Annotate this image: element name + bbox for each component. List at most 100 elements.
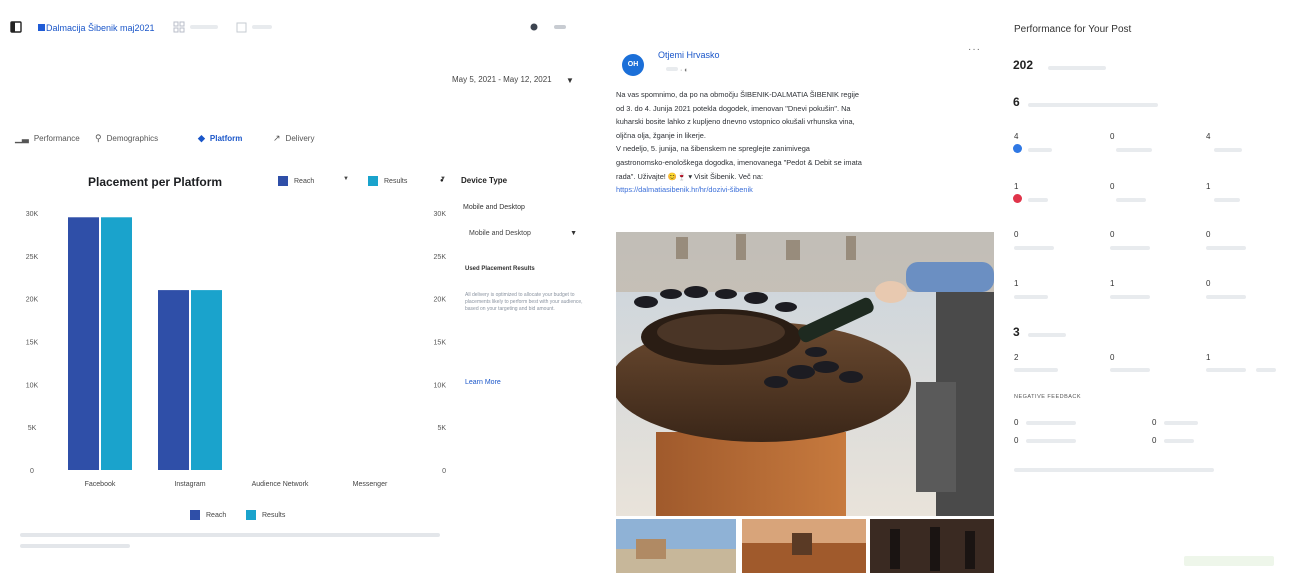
metric-label — [1110, 368, 1150, 372]
minimize-icon[interactable] — [554, 25, 566, 29]
right-y-tick-label: 20K — [434, 297, 447, 304]
chart-footnote — [20, 533, 450, 557]
bar-results — [191, 290, 222, 470]
device-type-panel: ● Device Type Mobile and Desktop Mobile … — [440, 176, 595, 386]
chart-title: Placement per Platform — [88, 175, 223, 189]
post-meta: · ◐ — [666, 67, 688, 74]
tab-performance[interactable]: ▁▃ Performance — [15, 133, 80, 144]
metric-label — [1028, 148, 1052, 152]
post-clicks-total: 3 — [1013, 325, 1020, 339]
post-text-line: od 3. do 4. Junija 2021 potekla dogodek,… — [616, 103, 851, 113]
metric-label — [1028, 333, 1066, 337]
page-name[interactable]: Otjemi Hrvasko — [658, 50, 720, 60]
report-spam-count: 0 — [1014, 436, 1019, 445]
negative-feedback-heading: NEGATIVE FEEDBACK — [1014, 394, 1082, 400]
thumbnail-image[interactable] — [616, 519, 736, 573]
tab-label: Platform — [209, 134, 243, 143]
device-select-value: Mobile and Desktop — [469, 230, 531, 237]
right-y-tick-label: 30K — [434, 211, 447, 218]
edit-icon[interactable] — [236, 21, 248, 33]
bar-reach — [68, 217, 99, 470]
y-tick-label: 15K — [26, 340, 39, 347]
right-y-tick-label: 15K — [434, 340, 447, 347]
y-tick-label: 25K — [26, 254, 39, 261]
love-on-post: 1 — [1206, 182, 1211, 191]
legend-label: Reach — [206, 511, 227, 519]
post-performance-panel: Performance for Your Post 202 6 4 0 4 1 … — [1008, 0, 1292, 573]
reactions-total: 6 — [1013, 95, 1020, 109]
post-text-line: oljčna olja, žganje in likerje. — [616, 130, 706, 140]
unlike-page-count: 0 — [1152, 436, 1157, 445]
results-swatch — [246, 510, 256, 520]
more-options-icon[interactable]: ··· — [968, 44, 981, 55]
hide-post-count: 0 — [1014, 418, 1019, 427]
chevron-down-icon: ▼ — [570, 230, 577, 237]
reach-swatch — [190, 510, 200, 520]
legend-reach[interactable]: Reach — [278, 176, 314, 186]
device-title: Device Type — [461, 176, 508, 185]
chevron-down-icon[interactable]: ▼ — [566, 76, 574, 85]
learn-more-link[interactable]: Learn More — [465, 379, 501, 386]
tab-delivery[interactable]: ↗ Delivery — [273, 133, 314, 144]
hide-all-posts-count: 0 — [1152, 418, 1157, 427]
date-range-picker[interactable]: May 5, 2021 - May 12, 2021 — [452, 75, 552, 84]
legend-results[interactable]: Results — [368, 176, 407, 186]
metric-label — [1014, 368, 1058, 372]
toolbar-placeholder — [252, 25, 272, 29]
tab-label: Demographics — [106, 134, 159, 143]
metric-label — [1116, 148, 1152, 152]
post-link[interactable]: https://dalmatiasibenik.hr/hr/dozivi-šib… — [616, 183, 994, 197]
post-text-line: kuharski bosite lahko z kupljeno dnevno … — [616, 117, 855, 127]
photo-views: 2 — [1014, 353, 1019, 362]
legend-label: Reach — [294, 177, 315, 185]
love-on-shares: 0 — [1110, 182, 1115, 191]
delivery-icon: ↗ — [273, 133, 281, 143]
metric-label — [1214, 198, 1240, 202]
x-category-label: Audience Network — [252, 481, 309, 488]
likes-on-shares: 0 — [1110, 132, 1115, 141]
post-text-line: V nedeljo, 5. junija, na šibenskem ne sp… — [616, 144, 810, 154]
bar-results — [101, 217, 132, 470]
boost-button[interactable] — [1184, 556, 1274, 566]
tab-platform[interactable]: ◆ Platform — [198, 133, 242, 144]
bar-reach — [158, 290, 189, 470]
right-y-tick-label: 25K — [434, 254, 447, 261]
results-swatch — [368, 176, 378, 186]
other-clicks: 1 — [1206, 353, 1211, 362]
thumbnail-image[interactable] — [870, 519, 994, 573]
bar-chart-icon: ▁▃ — [15, 133, 29, 143]
comments-on-shares: 0 — [1110, 230, 1115, 239]
metric-label — [1028, 198, 1048, 202]
y-tick-label: 20K — [26, 297, 39, 304]
post-preview: OH Otjemi Hrvasko · ◐ ··· Na vas spomnim… — [608, 30, 1000, 573]
grid-icon[interactable] — [173, 21, 185, 33]
panel-note — [1014, 468, 1214, 472]
metric-label — [1110, 246, 1150, 250]
right-y-tick-label: 5K — [437, 425, 446, 432]
placement-chart: 0 5K 10K 15K 20K 25K 30K 0 5K 10K 15K 20K 25K 30K Face… — [26, 211, 447, 488]
y-tick-label: 5K — [28, 425, 37, 432]
more-icon[interactable] — [528, 21, 540, 33]
sidebar-toggle-icon[interactable] — [10, 21, 22, 33]
metric-label — [1048, 66, 1106, 70]
campaign-name[interactable]: Dalmacija Šibenik maj2021 — [46, 23, 155, 33]
thumbnail-image[interactable] — [742, 519, 866, 573]
ads-insights-panel: Dalmacija Šibenik maj2021 May 5, 2021 - … — [0, 0, 600, 573]
metric-label — [1164, 421, 1198, 425]
metric-label — [1164, 439, 1194, 443]
device-select[interactable]: Mobile and Desktop ▼ — [465, 226, 577, 244]
likes-on-post: 4 — [1206, 132, 1211, 141]
bullet-icon: ● — [440, 178, 444, 184]
post-photo[interactable] — [616, 232, 994, 516]
avatar[interactable]: OH — [622, 54, 644, 76]
footnote-line — [20, 533, 440, 537]
panel-title: Performance for Your Post — [1014, 24, 1132, 35]
top-toolbar: Dalmacija Šibenik maj2021 — [8, 14, 593, 44]
right-y-tick-label: 10K — [434, 382, 447, 389]
chevron-down-icon[interactable]: ▼ — [343, 176, 349, 182]
platform-icon: ◆ — [198, 133, 205, 143]
metric-label — [1214, 148, 1242, 152]
shares-on-shares: 1 — [1110, 279, 1115, 288]
tab-label: Delivery — [285, 134, 315, 143]
tab-demographics[interactable]: ⚲ Demographics — [95, 133, 158, 144]
